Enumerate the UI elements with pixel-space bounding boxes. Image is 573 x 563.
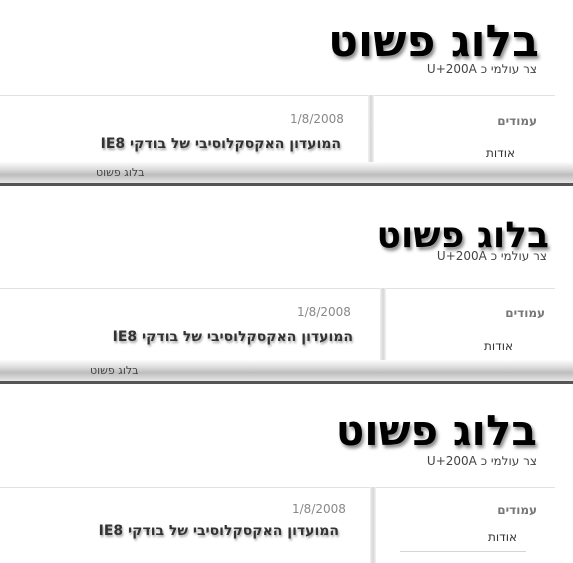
header-divider: [0, 95, 555, 96]
sidebar-heading-pages: עמודים: [505, 306, 545, 320]
post-title-link[interactable]: המועדון האקסקלוסיבי של בודקי IE8: [101, 136, 341, 152]
blog-title[interactable]: בלוג פשוט: [336, 410, 537, 452]
sidebar-divider: [368, 95, 374, 162]
sidebar-link-about[interactable]: אודות: [486, 146, 515, 160]
post-title-link[interactable]: המועדון האקסקלוסיבי של בודקי IE8: [99, 523, 339, 539]
render-panel-1: בלוג פשוט צר עולמי כ U+200A 1/8/2008 המו…: [0, 0, 573, 190]
sidebar-link-about[interactable]: אודות: [484, 339, 513, 353]
blog-subtitle: צר עולמי כ U+200A: [426, 454, 537, 468]
footer-dark-line: [0, 183, 573, 186]
sidebar-divider: [370, 487, 376, 563]
blog-subtitle: צר עולמי כ U+200A: [436, 249, 547, 263]
footer-dark-line: [0, 381, 573, 384]
post-title-link[interactable]: המועדון האקסקלוסיבי של בודקי IE8: [113, 329, 353, 345]
footer-bar: בלוג פשוט: [0, 162, 573, 183]
blog-title[interactable]: בלוג פשוט: [328, 20, 539, 64]
sidebar-heading-pages: עמודים: [497, 114, 537, 128]
sidebar-underline: [400, 551, 526, 552]
render-panel-3: בלוג פשוט צר עולמי כ U+200A 1/8/2008 המו…: [0, 386, 573, 563]
post-date: 1/8/2008: [292, 502, 346, 516]
sidebar-heading-pages: עמודים: [497, 503, 537, 517]
sidebar-link-about[interactable]: אודות: [488, 530, 517, 544]
post-date: 1/8/2008: [297, 305, 351, 319]
footer-text[interactable]: בלוג פשוט: [90, 364, 138, 377]
header-divider: [0, 487, 555, 488]
header-divider: [0, 288, 555, 289]
render-panel-2: בלוג פשוט צר עולמי כ U+200A 1/8/2008 המו…: [0, 190, 573, 386]
footer-bar: בלוג פשוט: [0, 360, 573, 381]
footer-text[interactable]: בלוג פשוט: [96, 166, 144, 179]
blog-subtitle: צר עולמי כ U+200A: [426, 62, 537, 76]
post-date: 1/8/2008: [290, 112, 344, 126]
sidebar-divider: [380, 288, 386, 360]
